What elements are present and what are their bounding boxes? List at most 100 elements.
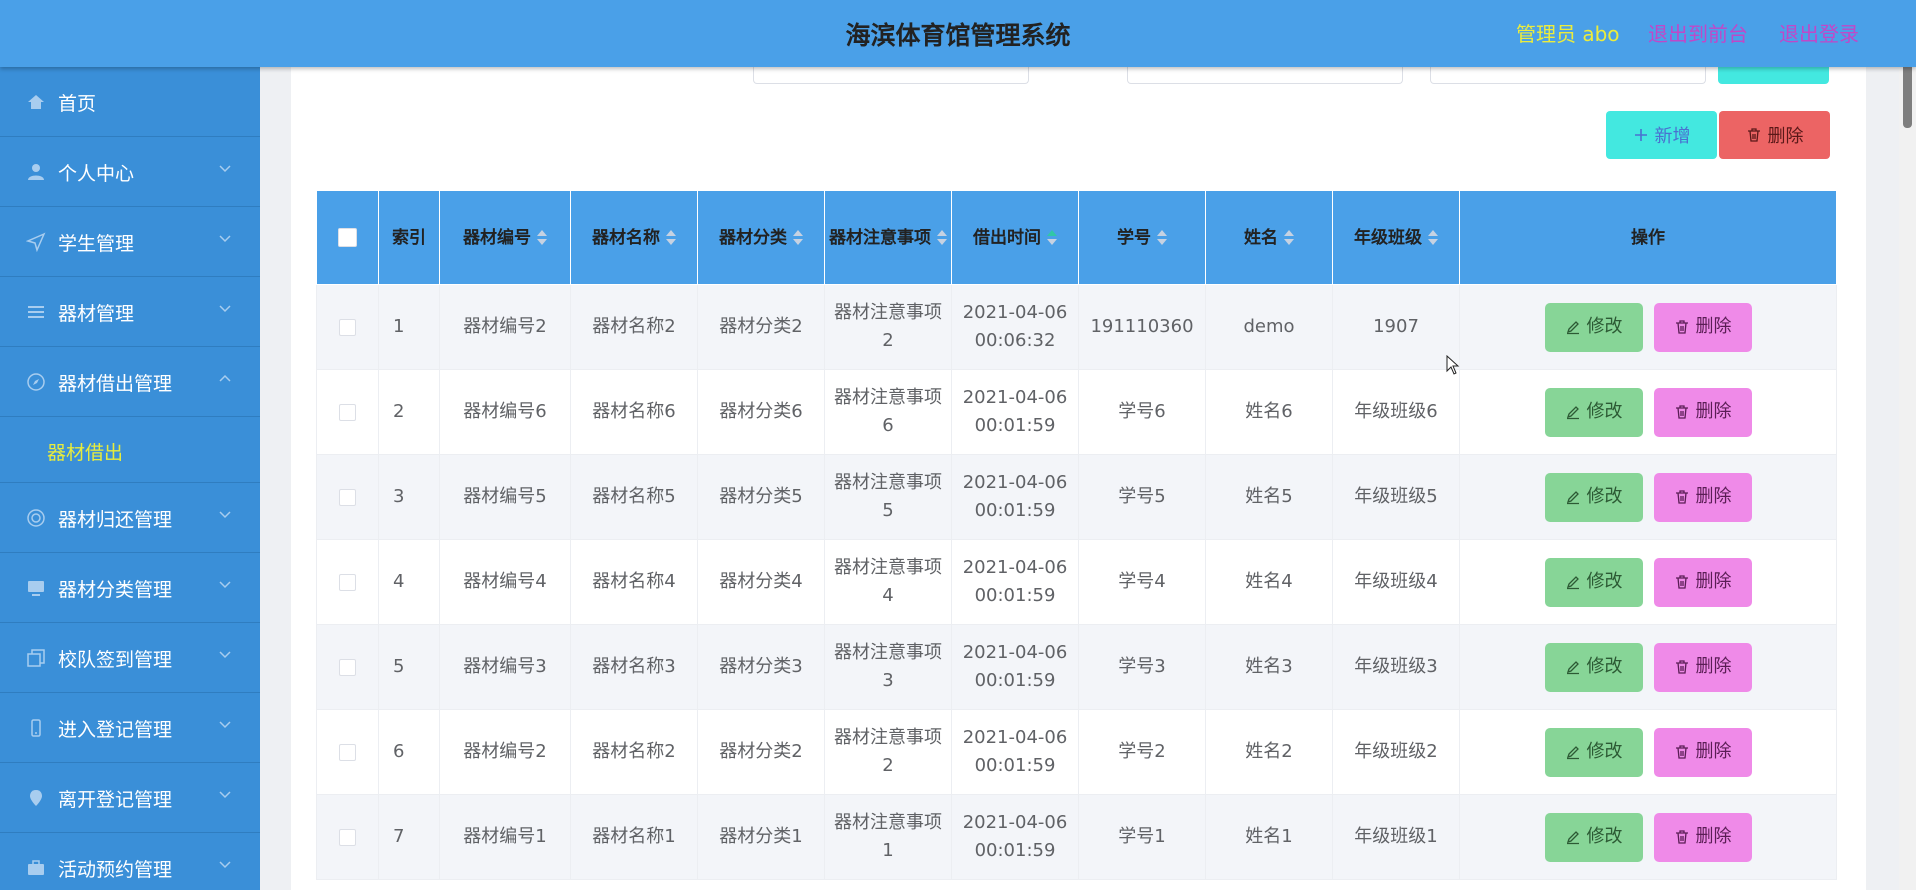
cell-name: 器材名称1: [570, 794, 698, 880]
delete-row-button[interactable]: 删除: [1653, 472, 1752, 522]
search-button[interactable]: [1718, 67, 1829, 84]
delete-row-button[interactable]: 删除: [1653, 727, 1752, 777]
col-header-name[interactable]: 器材名称: [570, 190, 698, 285]
cell-time: 2021-04-06 00:01:59: [951, 539, 1079, 625]
logout-link[interactable]: 退出登录: [1779, 18, 1859, 47]
edit-row-button[interactable]: 修改: [1544, 472, 1643, 522]
row-checkbox[interactable]: [339, 743, 356, 761]
sidebar-item-home[interactable]: 首页: [0, 67, 260, 137]
cell-category: 器材分类2: [697, 709, 825, 795]
sidebar-item-label: 校队签到管理: [58, 649, 173, 671]
search-input[interactable]: [1430, 67, 1706, 84]
cell-code: 器材编号6: [439, 369, 571, 455]
delete-row-label: 删除: [1695, 401, 1732, 422]
row-checkbox[interactable]: [339, 573, 356, 591]
cell-grade: 年级班级4: [1332, 539, 1460, 625]
edit-row-button[interactable]: 修改: [1544, 387, 1643, 437]
sort-icon[interactable]: [937, 229, 947, 246]
sort-icon[interactable]: [666, 229, 676, 246]
edit-row-button[interactable]: 修改: [1544, 302, 1643, 352]
delete-row-label: 删除: [1695, 656, 1732, 677]
delete-row-button[interactable]: 删除: [1653, 642, 1752, 692]
delete-row-button[interactable]: 删除: [1653, 812, 1752, 862]
select-all-checkbox[interactable]: [338, 228, 357, 247]
col-header-index: 索引: [378, 190, 440, 285]
edit-row-button[interactable]: 修改: [1544, 812, 1643, 862]
col-header-label: 器材名称: [592, 227, 660, 248]
col-header-student-name[interactable]: 姓名: [1205, 190, 1333, 285]
sort-icon[interactable]: [1284, 229, 1294, 246]
edit-row-label: 修改: [1586, 401, 1623, 422]
sort-icon[interactable]: [1157, 229, 1167, 246]
row-checkbox[interactable]: [339, 658, 356, 676]
edit-row-button[interactable]: 修改: [1544, 727, 1643, 777]
add-button[interactable]: 新增: [1606, 111, 1717, 159]
sidebar-item-lending[interactable]: 器材借出管理: [0, 347, 260, 417]
cell-index: 4: [378, 539, 440, 625]
delete-row-button[interactable]: 删除: [1653, 302, 1752, 352]
row-select-cell: [316, 794, 379, 880]
cell-time: 2021-04-06 00:06:32: [951, 284, 1079, 370]
cell-category: 器材分类5: [697, 454, 825, 540]
edit-row-button[interactable]: 修改: [1544, 642, 1643, 692]
col-header-category[interactable]: 器材分类: [697, 190, 825, 285]
sort-icon[interactable]: [793, 229, 803, 246]
trash-icon: [1675, 745, 1688, 759]
trash-icon: [1675, 320, 1688, 334]
cell-notes: 器材注意事项2: [824, 709, 952, 795]
col-header-student-id[interactable]: 学号: [1078, 190, 1206, 285]
delete-row-button[interactable]: 删除: [1653, 387, 1752, 437]
chevron-down-icon: [218, 787, 232, 807]
search-input[interactable]: [1127, 67, 1403, 84]
location-icon: [26, 788, 46, 808]
sort-icon[interactable]: [537, 229, 547, 246]
back-to-front-link[interactable]: 退出到前台: [1648, 18, 1748, 47]
sort-icon[interactable]: [1428, 229, 1438, 246]
edit-icon: [1566, 406, 1579, 420]
cell-date-line: 2021-04-06: [962, 472, 1068, 493]
cell-code: 器材编号4: [439, 539, 571, 625]
mobile-icon: [26, 718, 46, 738]
cell-time-line: 00:06:32: [974, 330, 1056, 351]
col-header-time[interactable]: 借出时间: [951, 190, 1079, 285]
delete-row-button[interactable]: 删除: [1653, 557, 1752, 607]
add-button-label: 新增: [1654, 126, 1691, 147]
trash-icon: [1675, 575, 1688, 589]
sidebar-item-returns[interactable]: 器材归还管理: [0, 483, 260, 553]
edit-icon: [1566, 746, 1579, 760]
sidebar-item-checkin[interactable]: 校队签到管理: [0, 623, 260, 693]
row-checkbox[interactable]: [339, 403, 356, 421]
sort-icon[interactable]: [1047, 229, 1057, 246]
col-header-code[interactable]: 器材编号: [439, 190, 571, 285]
sidebar-item-exit[interactable]: 离开登记管理: [0, 763, 260, 833]
sidebar-item-categories[interactable]: 器材分类管理: [0, 553, 260, 623]
table-header-row: 索引 器材编号 器材名称 器材分类 器材注意事项 借出时间 学号 姓名 年级班级…: [316, 190, 1837, 285]
trash-icon: [1675, 830, 1688, 844]
row-checkbox[interactable]: [339, 488, 356, 506]
edit-row-label: 修改: [1586, 656, 1623, 677]
search-input[interactable]: [753, 67, 1029, 84]
edit-row-button[interactable]: 修改: [1544, 557, 1643, 607]
sidebar-item-label: 离开登记管理: [58, 789, 173, 811]
cell-name: 器材名称3: [570, 624, 698, 710]
col-header-grade[interactable]: 年级班级: [1332, 190, 1460, 285]
cell-name: 器材名称2: [570, 284, 698, 370]
sidebar-item-equipment[interactable]: 器材管理: [0, 277, 260, 347]
page-scrollbar[interactable]: [1899, 54, 1916, 890]
row-checkbox[interactable]: [339, 318, 356, 336]
sidebar-item-entry[interactable]: 进入登记管理: [0, 693, 260, 763]
sidebar-item-booking[interactable]: 活动预约管理: [0, 833, 260, 890]
cell-category: 器材分类3: [697, 624, 825, 710]
select-all-cell: [316, 190, 379, 285]
delete-row-label: 删除: [1695, 486, 1732, 507]
table-row: 7 器材编号1 器材名称1 器材分类1 器材注意事项1 2021-04-06 00:01:5…: [316, 794, 1837, 880]
chevron-down-icon: [218, 717, 232, 737]
batch-delete-button[interactable]: 删除: [1719, 111, 1830, 159]
sidebar-subitem-lending[interactable]: 器材借出: [0, 417, 260, 483]
col-header-notes[interactable]: 器材注意事项: [824, 190, 952, 285]
sidebar-item-students[interactable]: 学生管理: [0, 207, 260, 277]
cell-grade: 1907: [1332, 284, 1460, 370]
row-checkbox[interactable]: [339, 828, 356, 846]
sidebar-item-profile[interactable]: 个人中心: [0, 137, 260, 207]
sidebar-item-label: 活动预约管理: [58, 859, 173, 881]
